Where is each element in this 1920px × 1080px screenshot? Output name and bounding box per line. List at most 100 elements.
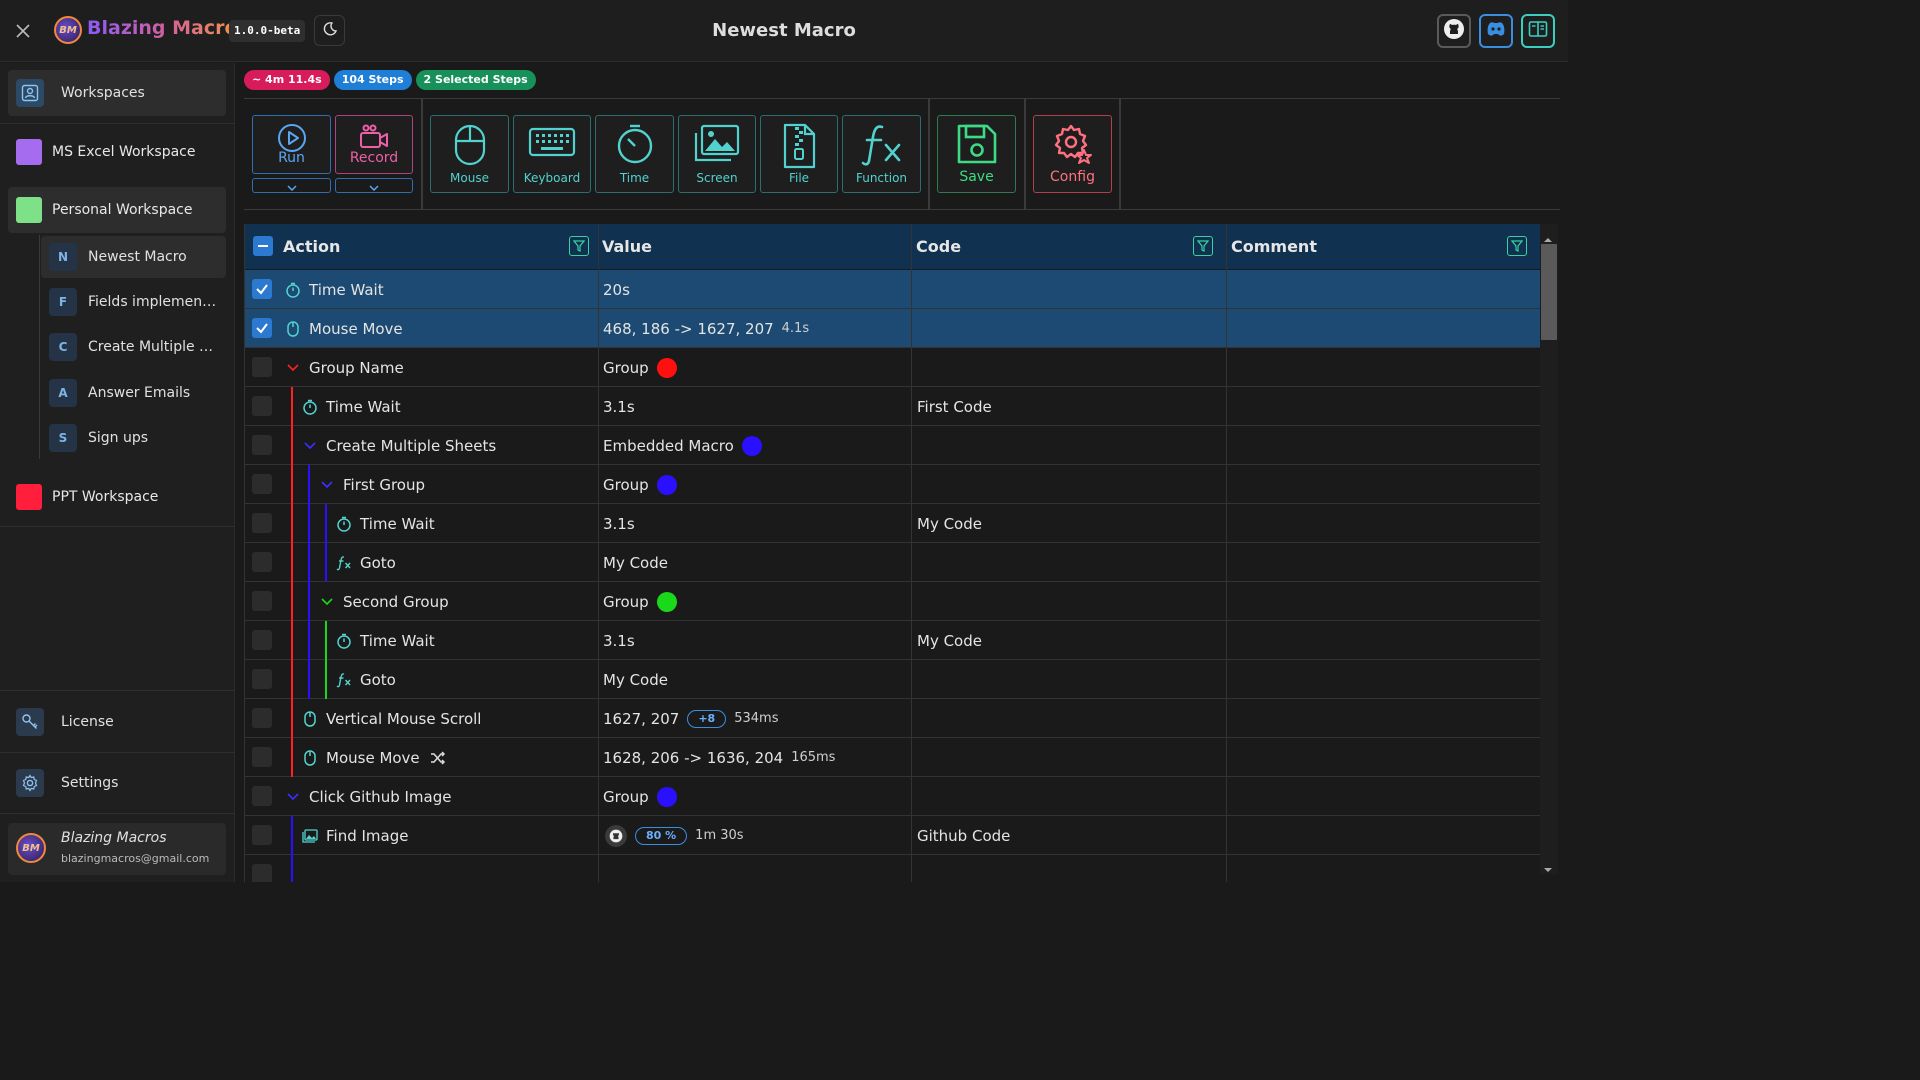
row-checkbox[interactable] <box>252 591 272 611</box>
chevron-down-icon[interactable] <box>285 360 301 376</box>
table-row[interactable]: Create Multiple Sheets Embedded Macro <box>245 426 1540 465</box>
file-label: File <box>788 171 810 185</box>
sidebar: Workspaces MS Excel Workspace Personal W… <box>0 63 235 882</box>
table-row[interactable]: First Group Group <box>245 465 1540 504</box>
stopwatch-icon <box>285 282 301 298</box>
code-filter-icon[interactable] <box>1193 236 1213 256</box>
scroll-up-arrow-icon[interactable] <box>1543 229 1553 247</box>
row-checkbox[interactable] <box>252 669 272 689</box>
column-header-code[interactable]: Code <box>916 224 961 269</box>
row-checkbox[interactable] <box>252 552 272 572</box>
row-checkbox[interactable] <box>252 513 272 533</box>
title-bar: BM Blazing Macros 1.0.0-beta Newest Macr… <box>0 0 1568 62</box>
table-row[interactable]: Time Wait 3.1s My Code <box>245 504 1540 543</box>
keyboard-action-button[interactable]: Keyboard <box>513 115 591 193</box>
close-icon[interactable] <box>10 18 36 44</box>
github-button[interactable] <box>1437 14 1471 48</box>
table-row[interactable]: Mouse Move 468, 186 -> 1627, 207 4.1s <box>245 309 1540 348</box>
workspace-item-personal[interactable]: Personal Workspace <box>8 187 226 233</box>
macro-item-answer-emails[interactable]: A Answer Emails <box>41 372 226 414</box>
table-row[interactable]: Mouse Move 1628, 206 -> 1636, 204 165ms <box>245 738 1540 777</box>
chevron-down-icon[interactable] <box>285 789 301 805</box>
sidebar-item-license[interactable]: License <box>8 699 226 745</box>
row-checkbox[interactable] <box>252 435 272 455</box>
table-row[interactable]: Time Wait 3.1s My Code <box>245 621 1540 660</box>
action-filter-icon[interactable] <box>569 236 589 256</box>
macro-item-newest-macro[interactable]: N Newest Macro <box>41 236 226 278</box>
sidebar-item-settings[interactable]: Settings <box>8 760 226 806</box>
scrollbar-thumb[interactable] <box>1541 244 1557 340</box>
table-row[interactable]: Find Image 80 % 1m 30s Github Code <box>245 816 1540 855</box>
stopwatch-icon <box>302 399 318 415</box>
chevron-down-icon <box>286 177 297 195</box>
screen-action-button[interactable]: Screen <box>678 115 756 193</box>
macro-item-fields-implementor[interactable]: F Fields implementor <box>41 281 226 323</box>
chevron-down-icon[interactable] <box>302 438 318 454</box>
column-header-action[interactable]: Action <box>283 224 340 269</box>
action-name: Goto <box>360 553 396 572</box>
column-header-value[interactable]: Value <box>602 224 652 269</box>
user-name: Blazing Macros <box>61 830 167 846</box>
group-indent-line <box>291 582 293 621</box>
row-checkbox[interactable] <box>252 708 272 728</box>
config-button[interactable]: Config <box>1033 115 1112 193</box>
row-checkbox[interactable] <box>252 825 272 845</box>
chevron-down-icon[interactable] <box>319 594 335 610</box>
workspace-item-ms-excel[interactable]: MS Excel Workspace <box>8 129 226 175</box>
row-checkbox[interactable] <box>252 396 272 416</box>
discord-icon <box>1485 20 1507 42</box>
row-checkbox[interactable] <box>252 357 272 377</box>
run-button[interactable]: Run <box>252 115 331 174</box>
row-checkbox[interactable] <box>252 630 272 650</box>
table-row[interactable]: Goto My Code <box>245 660 1540 699</box>
select-all-checkbox[interactable] <box>253 236 273 256</box>
workspace-item-ppt[interactable]: PPT Workspace <box>8 474 226 520</box>
scroll-down-arrow-icon[interactable] <box>1543 859 1553 877</box>
discord-button[interactable] <box>1479 14 1513 48</box>
group-indent-line <box>291 816 293 855</box>
row-checkbox[interactable] <box>252 474 272 494</box>
table-row[interactable]: Vertical Mouse Scroll 1627, 207 +8 534ms <box>245 699 1540 738</box>
table-row[interactable]: Group Name Group <box>245 348 1540 387</box>
record-button[interactable]: Record <box>335 115 413 174</box>
group-indent-line <box>308 582 310 621</box>
record-options-dropdown[interactable] <box>335 178 413 193</box>
action-name: Find Image <box>326 826 409 845</box>
row-checkbox[interactable] <box>252 747 272 767</box>
macro-letter-avatar: A <box>49 379 77 407</box>
chevron-down-icon[interactable] <box>319 477 335 493</box>
sidebar-item-workspaces[interactable]: Workspaces <box>8 70 226 116</box>
keyboard-label: Keyboard <box>523 171 581 185</box>
table-row[interactable]: Time Wait 3.1s First Code <box>245 387 1540 426</box>
docs-button[interactable] <box>1521 14 1555 48</box>
table-row[interactable]: Click Github Image Group <box>245 777 1540 816</box>
row-checkbox[interactable] <box>252 864 272 882</box>
mouse-action-button[interactable]: Mouse <box>430 115 509 193</box>
group-indent-line <box>325 543 327 582</box>
run-options-dropdown[interactable] <box>252 178 331 193</box>
time-action-button[interactable]: Time <box>595 115 674 193</box>
column-header-comment[interactable]: Comment <box>1231 224 1317 269</box>
save-button[interactable]: Save <box>937 115 1016 193</box>
macro-item-create-multiple-sheets[interactable]: C Create Multiple Sheets <box>41 326 226 368</box>
function-action-button[interactable]: Function <box>842 115 921 193</box>
step-value: 3.1s <box>603 397 635 416</box>
confidence-pill: 80 % <box>635 826 688 845</box>
group-indent-line <box>291 660 293 699</box>
file-action-button[interactable]: File <box>760 115 838 193</box>
theme-toggle-button[interactable] <box>314 15 345 46</box>
step-code: My Code <box>917 514 982 533</box>
macro-item-sign-ups[interactable]: S Sign ups <box>41 417 226 459</box>
user-profile[interactable]: BM Blazing Macros blazingmacros@gmail.co… <box>8 823 226 875</box>
gear-star-icon <box>1034 123 1111 167</box>
row-checkbox[interactable] <box>252 279 272 299</box>
table-row[interactable]: Goto My Code <box>245 543 1540 582</box>
row-checkbox[interactable] <box>252 786 272 806</box>
table-row[interactable] <box>245 855 1540 882</box>
mouse-icon <box>431 123 508 167</box>
table-row[interactable]: Time Wait 20s <box>245 270 1540 309</box>
duration-badge: ~ 4m 11.4s <box>244 70 330 90</box>
table-row[interactable]: Second Group Group <box>245 582 1540 621</box>
row-checkbox[interactable] <box>252 318 272 338</box>
comment-filter-icon[interactable] <box>1507 236 1527 256</box>
